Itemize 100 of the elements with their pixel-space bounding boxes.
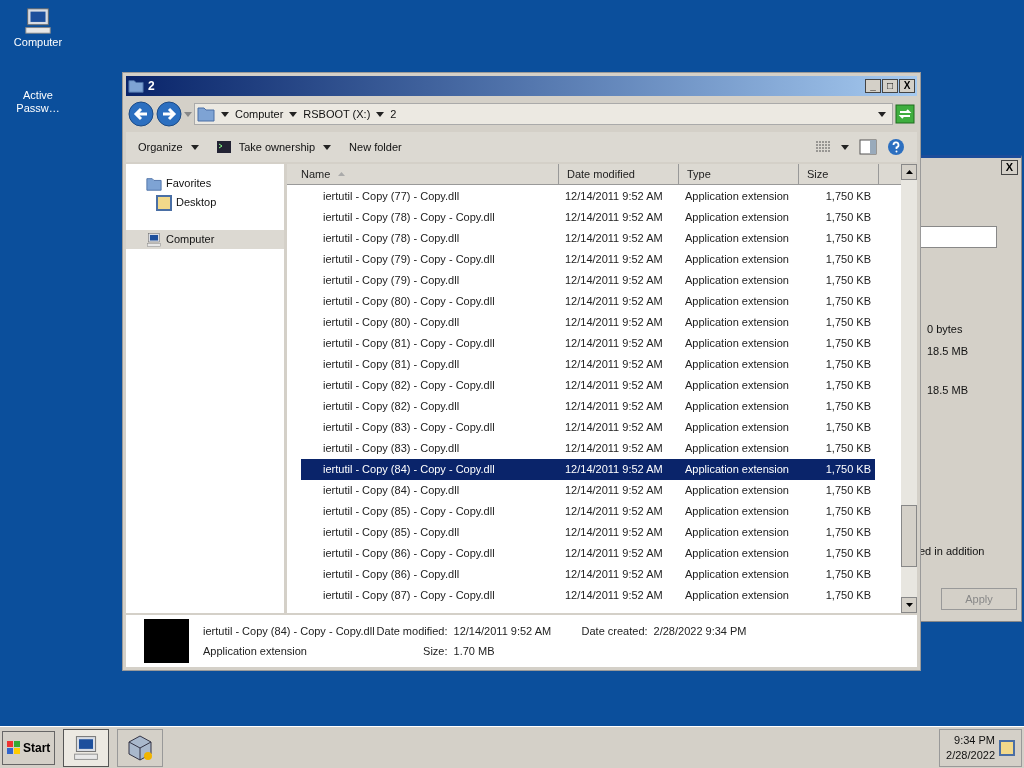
file-row[interactable]: iertutil - Copy (80) - Copy.dll 12/14/2011 9:52 AM Application extension 1,750 KB xyxy=(301,312,875,333)
file-name: iertutil - Copy (83) - Copy.dll xyxy=(322,441,461,457)
file-row[interactable]: iertutil - Copy (86) - Copy - Copy.dll 12/14/2011 9:52 AM Application extension 1,750 KB xyxy=(301,543,875,564)
file-row[interactable]: iertutil - Copy (78) - Copy.dll 12/14/2011 9:52 AM Application extension 1,750 KB xyxy=(301,228,875,249)
file-row[interactable]: iertutil - Copy (82) - Copy.dll 12/14/2011 9:52 AM Application extension 1,750 KB xyxy=(301,396,875,417)
toolbar-button[interactable]: New folder xyxy=(349,138,402,156)
file-row[interactable]: iertutil - Copy (81) - Copy.dll 12/14/2011 9:52 AM Application extension 1,750 KB xyxy=(301,354,875,375)
size-cell-text: 1,750 KB xyxy=(824,504,872,520)
desktop-icon-label[interactable]: Active Passw… xyxy=(8,89,68,115)
field-label: Date modified: xyxy=(376,623,448,639)
column-header[interactable]: Date modified xyxy=(559,164,679,185)
caret-icon xyxy=(841,144,849,150)
nav-item[interactable]: Computer xyxy=(126,230,284,249)
date-cell-text: 12/14/2011 9:52 AM xyxy=(564,210,664,226)
file-row[interactable]: iertutil - Copy (81) - Copy - Copy.dll 12/14/2011 9:52 AM Application extension 1,750 KB xyxy=(301,333,875,354)
column-header[interactable]: Size xyxy=(799,164,879,185)
file-row[interactable]: iertutil - Copy (83) - Copy.dll 12/14/2011 9:52 AM Application extension 1,750 KB xyxy=(301,438,875,459)
size-cell-text: 1,750 KB xyxy=(824,420,872,436)
preview-pane-icon[interactable] xyxy=(859,139,877,155)
address-bar[interactable]: Computer RSBOOT (X:) 2 xyxy=(194,103,893,125)
size-cell-text: 1,750 KB xyxy=(824,315,872,331)
nav-item[interactable]: Desktop xyxy=(126,193,284,212)
refresh-icon[interactable] xyxy=(895,104,915,124)
close-button[interactable]: X xyxy=(1001,160,1018,175)
type-cell-text: Application extension xyxy=(684,420,790,436)
breadcrumb-item[interactable]: 2 xyxy=(390,105,397,123)
toolbar-button[interactable]: Organize xyxy=(138,138,199,156)
size-cell-text: 1,750 KB xyxy=(824,567,872,583)
size-cell-text: 1,750 KB xyxy=(824,189,872,205)
close-button[interactable]: X xyxy=(899,79,915,93)
column-header[interactable]: Type xyxy=(679,164,799,185)
file-row[interactable]: iertutil - Copy (85) - Copy.dll 12/14/2011 9:52 AM Application extension 1,750 KB xyxy=(301,522,875,543)
folder-icon xyxy=(146,175,162,192)
caret-icon xyxy=(184,111,192,117)
date-cell-text: 12/14/2011 9:52 AM xyxy=(564,504,664,520)
file-thumbnail xyxy=(144,619,189,663)
size-cell-text: 1,750 KB xyxy=(824,378,872,394)
desktop-icon-label[interactable]: Computer xyxy=(8,36,68,49)
file-name: iertutil - Copy (78) - Copy - Copy.dll xyxy=(322,210,496,226)
tray-icon[interactable] xyxy=(999,739,1015,756)
type-cell-text: Application extension xyxy=(684,189,790,205)
caret-icon xyxy=(376,111,385,117)
file-name: iertutil - Copy (81) - Copy - Copy.dll xyxy=(322,336,496,352)
breadcrumb-item[interactable]: RSBOOT (X:) xyxy=(303,105,371,123)
file-name: iertutil - Copy (81) - Copy.dll xyxy=(322,357,461,373)
file-name: iertutil - Copy (83) - Copy - Copy.dll xyxy=(322,420,496,436)
file-row[interactable]: iertutil - Copy (79) - Copy.dll 12/14/2011 9:52 AM Application extension 1,750 KB xyxy=(301,270,875,291)
file-row[interactable]: iertutil - Copy (84) - Copy - Copy.dll 12/14/2011 9:52 AM Application extension 1,750 KB xyxy=(301,459,875,480)
taskbar-button[interactable] xyxy=(117,728,164,767)
back-button[interactable] xyxy=(128,101,154,127)
file-row[interactable]: iertutil - Copy (79) - Copy - Copy.dll 12/14/2011 9:52 AM Application extension 1,750 KB xyxy=(301,249,875,270)
file-row[interactable]: iertutil - Copy (78) - Copy - Copy.dll 12/14/2011 9:52 AM Application extension 1,750 KB xyxy=(301,207,875,228)
maximize-button[interactable]: □ xyxy=(882,79,898,93)
date-cell-text: 12/14/2011 9:52 AM xyxy=(564,462,664,478)
size-cell-text: 1,750 KB xyxy=(824,357,872,373)
help-icon[interactable] xyxy=(887,138,905,156)
file-row[interactable]: iertutil - Copy (87) - Copy - Copy.dll 12/14/2011 9:52 AM Application extension 1,750 KB xyxy=(301,585,875,606)
file-name: iertutil - Copy (84) - Copy - Copy.dll xyxy=(203,623,375,639)
forward-button[interactable] xyxy=(156,101,182,127)
date-cell-text: 12/14/2011 9:52 AM xyxy=(564,189,664,205)
type-cell-text: Application extension xyxy=(684,483,790,499)
field-value: 12/14/2011 9:52 AM xyxy=(453,623,553,639)
nav-item[interactable]: Favorites xyxy=(126,174,284,193)
caret-icon xyxy=(190,144,199,150)
type-cell-text: Application extension xyxy=(684,231,790,247)
scroll-thumb[interactable] xyxy=(901,505,917,567)
scrollbar[interactable] xyxy=(901,164,917,613)
file-row[interactable]: iertutil - Copy (77) - Copy.dll 12/14/2011 9:52 AM Application extension 1,750 KB xyxy=(301,186,875,207)
folder-icon xyxy=(128,78,144,94)
type-cell-text: Application extension xyxy=(684,273,790,289)
date-cell-text: 12/14/2011 9:52 AM xyxy=(564,567,664,583)
start-button[interactable]: Start xyxy=(2,730,56,765)
date-cell-text: 12/14/2011 9:52 AM xyxy=(564,357,664,373)
scroll-up-button[interactable] xyxy=(901,164,917,180)
file-name: iertutil - Copy (84) - Copy - Copy.dll xyxy=(322,462,496,478)
file-name: iertutil - Copy (79) - Copy - Copy.dll xyxy=(322,252,496,268)
file-name: iertutil - Copy (86) - Copy - Copy.dll xyxy=(322,546,496,562)
size-cell-text: 1,750 KB xyxy=(824,588,872,604)
taskbar-button[interactable] xyxy=(63,728,110,767)
size-cell-text: 1,750 KB xyxy=(824,252,872,268)
minimize-button[interactable]: _ xyxy=(865,79,881,93)
type-cell-text: Application extension xyxy=(684,525,790,541)
breadcrumb-item[interactable]: Computer xyxy=(235,105,284,123)
date-cell-text: 12/14/2011 9:52 AM xyxy=(564,546,664,562)
scroll-down-button[interactable] xyxy=(901,597,917,613)
file-row[interactable]: iertutil - Copy (84) - Copy.dll 12/14/2011 9:52 AM Application extension 1,750 KB xyxy=(301,480,875,501)
caret-icon xyxy=(323,144,332,150)
toolbar-button[interactable]: Take ownership xyxy=(216,138,332,156)
date-cell-text: 12/14/2011 9:52 AM xyxy=(564,252,664,268)
file-row[interactable]: iertutil - Copy (80) - Copy - Copy.dll 12/14/2011 9:52 AM Application extension 1,750 KB xyxy=(301,291,875,312)
file-row[interactable]: iertutil - Copy (82) - Copy - Copy.dll 12/14/2011 9:52 AM Application extension 1,750 KB xyxy=(301,375,875,396)
date-cell-text: 12/14/2011 9:52 AM xyxy=(564,294,664,310)
type-cell-text: Application extension xyxy=(684,588,790,604)
file-name: iertutil - Copy (77) - Copy.dll xyxy=(322,189,461,205)
column-header[interactable]: Name xyxy=(287,164,559,185)
caret-icon xyxy=(878,111,886,117)
size-cell-text: 1,750 KB xyxy=(824,546,872,562)
file-row[interactable]: iertutil - Copy (86) - Copy.dll 12/14/2011 9:52 AM Application extension 1,750 KB xyxy=(301,564,875,585)
file-row[interactable]: iertutil - Copy (83) - Copy - Copy.dll 12/14/2011 9:52 AM Application extension 1,750 KB xyxy=(301,417,875,438)
file-row[interactable]: iertutil - Copy (85) - Copy - Copy.dll 12/14/2011 9:52 AM Application extension 1,750 KB xyxy=(301,501,875,522)
